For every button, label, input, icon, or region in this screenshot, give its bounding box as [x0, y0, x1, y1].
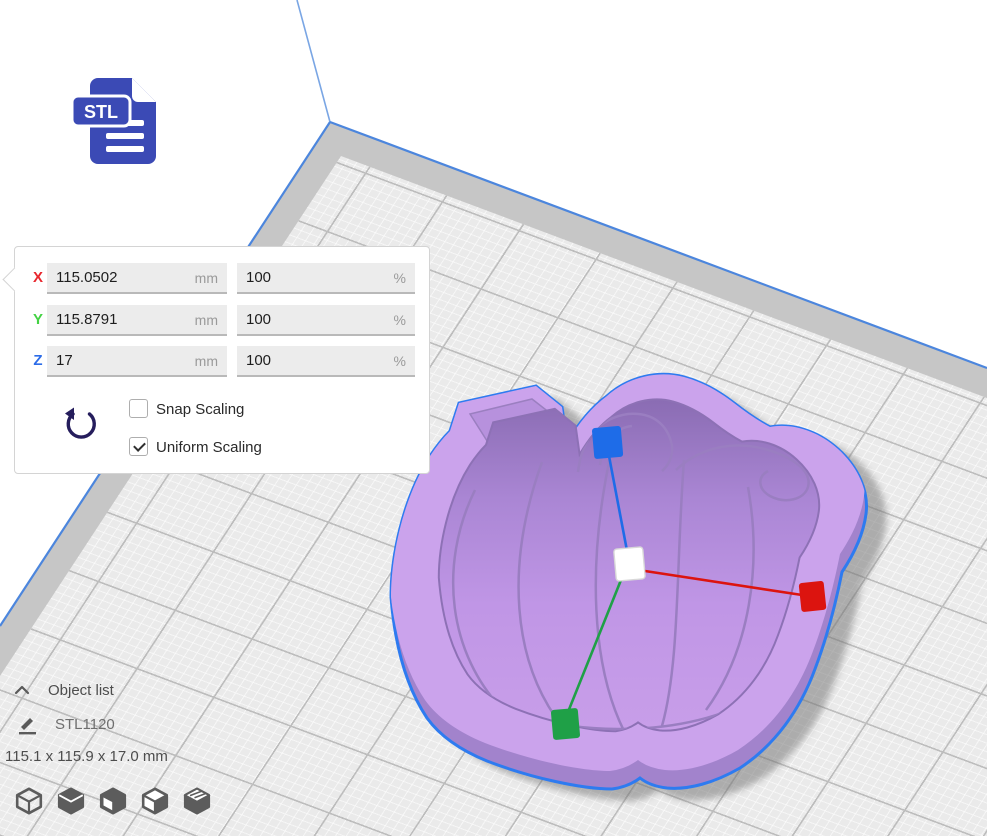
- normal-model-icon[interactable]: [14, 786, 44, 816]
- stl-file-icon[interactable]: STL: [68, 70, 168, 172]
- scale-row-y: Y 115.8791 mm 100 %: [15, 305, 429, 336]
- y-axis-label: Y: [27, 311, 49, 328]
- build-volume-vertical-edge: [297, 0, 330, 122]
- z-axis-label: Z: [27, 352, 49, 369]
- scale-row-x: X 115.0502 mm 100 %: [15, 263, 429, 294]
- doc-line-3: [106, 146, 144, 152]
- uniform-scaling-checkbox[interactable]: [129, 437, 148, 456]
- print-as-support-icon[interactable]: [56, 786, 86, 816]
- dont-support-overlaps-icon[interactable]: [140, 786, 170, 816]
- object-dimensions: 115.1 x 115.9 x 17.0 mm: [5, 748, 168, 765]
- center-scale-handle[interactable]: [614, 547, 646, 581]
- y-percent-field[interactable]: 100 %: [237, 305, 415, 336]
- z-percent-field[interactable]: 100 %: [237, 346, 415, 377]
- uniform-scaling-label: Uniform Scaling: [156, 439, 262, 456]
- x-size-field[interactable]: 115.0502 mm: [47, 263, 227, 294]
- z-size-field[interactable]: 17 mm: [47, 346, 227, 377]
- snap-scaling-label: Snap Scaling: [156, 401, 244, 418]
- x-scale-handle[interactable]: [799, 581, 827, 612]
- modify-settings-overlaps-icon[interactable]: [98, 786, 128, 816]
- scale-tool-panel: X 115.0502 mm 100 % Y 115.8791 mm 100 % …: [14, 246, 430, 474]
- doc-line-2: [106, 133, 144, 139]
- infill-mesh-only-icon[interactable]: [182, 786, 212, 816]
- pencil-icon: [16, 713, 38, 737]
- object-list-title: Object list: [48, 682, 114, 699]
- stl-badge-label: STL: [84, 102, 118, 122]
- z-scale-handle[interactable]: [592, 426, 624, 459]
- chevron-up-icon: [14, 684, 30, 696]
- x-axis-label: X: [27, 269, 49, 286]
- folded-corner: [132, 78, 156, 102]
- mesh-type-toolbar: [14, 786, 212, 816]
- x-percent-field[interactable]: 100 %: [237, 263, 415, 294]
- scale-row-z: Z 17 mm 100 %: [15, 346, 429, 377]
- reset-scale-button[interactable]: [63, 405, 99, 443]
- y-size-field[interactable]: 115.8791 mm: [47, 305, 227, 336]
- slicer-viewport: STL X 115.0502 mm 100 % Y 115.8791 mm 10…: [0, 0, 987, 836]
- snap-scaling-checkbox[interactable]: [129, 399, 148, 418]
- object-file-name: STL1120: [55, 716, 115, 733]
- y-scale-handle[interactable]: [551, 708, 581, 740]
